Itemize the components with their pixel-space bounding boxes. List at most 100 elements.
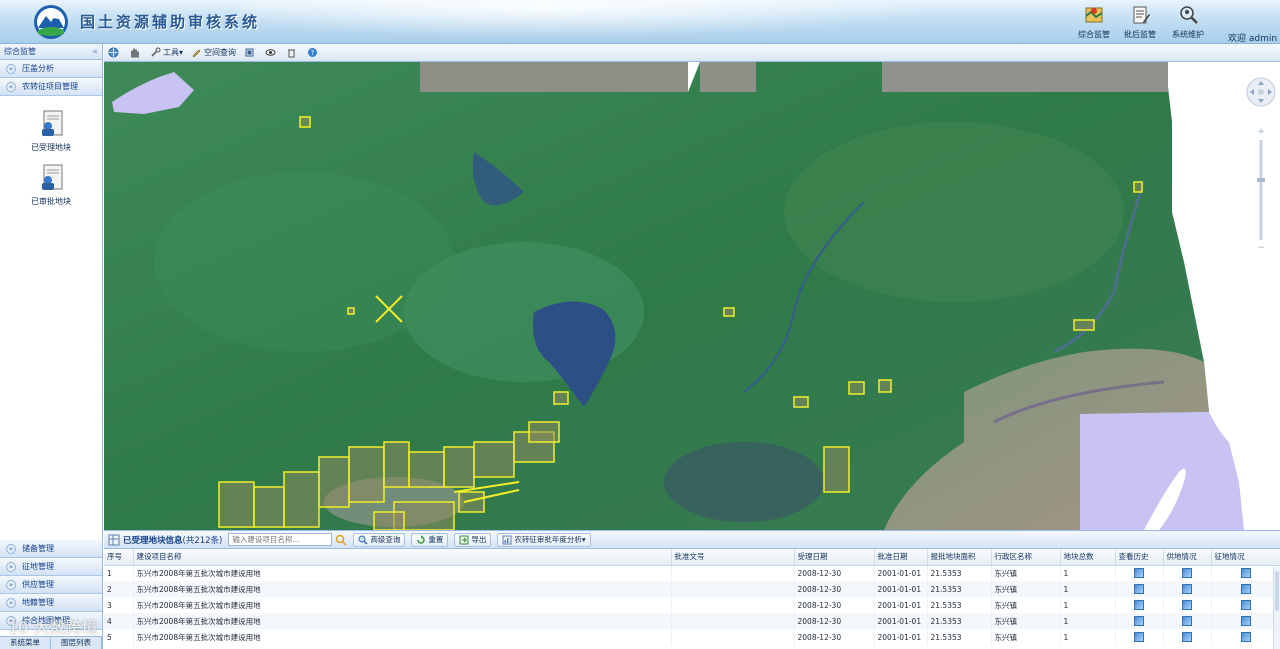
sidebar-item-overlay-analysis[interactable]: » 压盖分析 xyxy=(0,60,102,78)
globe-icon xyxy=(108,47,119,58)
supply-status-icon[interactable] xyxy=(1182,600,1192,610)
table-row[interactable]: 2 东兴市2008年第五批次城市建设用地 2008-12-30 2001-01-… xyxy=(104,581,1280,597)
cell-approve-date: 2001-01-01 xyxy=(874,565,928,581)
map-viewport[interactable]: + − xyxy=(104,62,1280,530)
table-row[interactable]: 5 东兴市2008年第五批次城市建设用地 2008-12-30 2001-01-… xyxy=(104,629,1280,645)
nav-label: 批后监管 xyxy=(1124,30,1156,39)
sidebar-collapse-icon[interactable]: « xyxy=(92,44,98,60)
supply-status-icon[interactable] xyxy=(1182,568,1192,579)
button-label: 重置 xyxy=(428,535,444,544)
view-history-icon[interactable] xyxy=(1134,600,1144,610)
column-header[interactable]: 查看历史 xyxy=(1115,549,1164,566)
cell-project-name: 东兴市2008年第五批次城市建设用地 xyxy=(133,629,672,645)
view-button[interactable] xyxy=(265,47,278,58)
tools-dropdown[interactable]: 工具▾ xyxy=(150,47,183,58)
advanced-search-icon xyxy=(358,535,368,545)
scrollbar-thumb[interactable] xyxy=(1275,571,1279,611)
help-icon: ? xyxy=(308,48,318,57)
column-header[interactable]: 受理日期 xyxy=(794,549,875,566)
tab-layer-list[interactable]: 图层列表 xyxy=(51,637,102,649)
export-icon xyxy=(459,535,469,544)
table-row[interactable]: 4 东兴市2008年第五批次城市建设用地 2008-12-30 2001-01-… xyxy=(104,613,1280,629)
map-toolbar: 工具▾ 空间查询 ? xyxy=(104,44,1280,62)
nav-post-approval-monitoring[interactable]: 批后监管 xyxy=(1124,4,1156,42)
header-swoosh-decoration xyxy=(240,0,1000,44)
print-icon xyxy=(245,48,254,57)
supply-status-icon[interactable] xyxy=(1182,616,1192,626)
clear-icon xyxy=(288,49,296,58)
annual-analysis-dropdown[interactable]: 农转征审批年度分析▾ xyxy=(497,532,591,547)
pan-hand-icon xyxy=(131,48,139,58)
expropriation-status-icon[interactable] xyxy=(1240,616,1251,626)
column-header[interactable]: 地块总数 xyxy=(1060,549,1116,566)
table-row[interactable]: 1 东兴市2008年第五批次城市建设用地 2008-12-30 2001-01-… xyxy=(104,565,1280,581)
cell-area: 21.5353 xyxy=(927,565,992,581)
reset-button[interactable]: 重置 xyxy=(411,532,449,547)
magnifier-person-icon xyxy=(1180,6,1198,24)
column-header[interactable]: 征地情况 xyxy=(1211,549,1280,566)
print-button[interactable] xyxy=(244,47,257,58)
nav-comprehensive-monitoring[interactable]: 综合监管 xyxy=(1078,4,1110,42)
welcome-text: 欢迎 admin xyxy=(1228,34,1278,44)
cell-accept-date: 2008-12-30 xyxy=(794,581,875,597)
tile-parcel-approved[interactable]: 已审批地块 xyxy=(21,164,81,207)
tab-system-menu[interactable]: 系统菜单 xyxy=(0,637,51,649)
view-history-icon[interactable] xyxy=(1134,584,1144,594)
help-button[interactable]: ? xyxy=(307,47,320,58)
view-history-cell xyxy=(1115,565,1164,581)
supply-status-cell xyxy=(1163,629,1212,645)
column-header[interactable]: 供地情况 xyxy=(1163,549,1212,566)
view-history-icon[interactable] xyxy=(1134,568,1144,579)
sidebar-item-supply[interactable]: » 供应管理 xyxy=(0,576,102,594)
export-button[interactable]: 导出 xyxy=(454,532,492,547)
expropriation-status-cell xyxy=(1211,629,1280,645)
view-history-cell xyxy=(1115,581,1164,597)
column-header[interactable]: 序号 xyxy=(104,549,134,566)
expropriation-status-icon[interactable] xyxy=(1240,632,1251,642)
parcel-grid-panel: 已受理地块信息(共212条) 高级查询 重置 导出 农转征审批年度分析▾ 序号 xyxy=(104,530,1280,649)
sidebar-item-label: 农转征项目管理 xyxy=(22,82,78,91)
pencil-query-icon xyxy=(192,49,201,58)
nav-system-maintenance[interactable]: 系统维护 xyxy=(1172,4,1204,42)
app-title: 国土资源辅助审核系统 xyxy=(80,13,261,31)
supply-status-icon[interactable] xyxy=(1182,584,1192,594)
cell-area: 21.5353 xyxy=(927,613,992,629)
view-history-icon[interactable] xyxy=(1134,632,1144,642)
view-history-icon[interactable] xyxy=(1134,616,1144,626)
column-header[interactable]: 批准文号 xyxy=(671,549,795,566)
grid-scrollbar[interactable] xyxy=(1273,567,1280,649)
eye-icon xyxy=(265,49,276,56)
column-header[interactable]: 报批地块面积 xyxy=(927,549,992,566)
tile-parcel-received[interactable]: 已受理地块 xyxy=(21,110,81,153)
search-icon[interactable] xyxy=(335,534,347,546)
sidebar-item-land-conversion-project[interactable]: « 农转征项目管理 xyxy=(0,78,102,96)
supply-status-icon[interactable] xyxy=(1182,632,1192,642)
project-search-input[interactable] xyxy=(228,533,333,546)
tile-label: 已审批地块 xyxy=(31,197,71,206)
column-header[interactable]: 行政区名称 xyxy=(991,549,1061,566)
expropriation-status-icon[interactable] xyxy=(1240,584,1251,594)
column-header[interactable]: 建设项目名称 xyxy=(133,549,672,566)
cell-approval-no xyxy=(671,565,795,581)
globe-button[interactable] xyxy=(108,47,121,58)
app-logo-icon xyxy=(34,5,68,39)
expropriation-status-icon[interactable] xyxy=(1240,600,1251,610)
sidebar-item-reserve[interactable]: » 储备管理 xyxy=(0,540,102,558)
expand-icon: » xyxy=(6,64,16,74)
view-history-cell xyxy=(1115,613,1164,629)
pan-button[interactable] xyxy=(129,47,142,58)
advanced-search-button[interactable]: 高级查询 xyxy=(353,532,406,547)
record-count: (共212条) xyxy=(182,535,223,546)
sidebar-item-expropriation[interactable]: » 征地管理 xyxy=(0,558,102,576)
sidebar-item-cadastre[interactable]: » 地籍管理 xyxy=(0,594,102,612)
expropriation-status-icon[interactable] xyxy=(1240,568,1251,579)
spatial-query-button[interactable]: 空间查询 xyxy=(191,47,236,58)
column-header[interactable]: 批准日期 xyxy=(874,549,928,566)
map-zoom-pan-control[interactable]: + − xyxy=(1244,70,1278,250)
table-row[interactable]: 3 东兴市2008年第五批次城市建设用地 2008-12-30 2001-01-… xyxy=(104,597,1280,613)
cell-total: 1 xyxy=(1060,629,1116,645)
analysis-icon xyxy=(502,535,512,544)
supply-status-cell xyxy=(1163,597,1212,613)
clear-button[interactable] xyxy=(286,47,299,58)
collapse-icon: « xyxy=(6,82,16,92)
